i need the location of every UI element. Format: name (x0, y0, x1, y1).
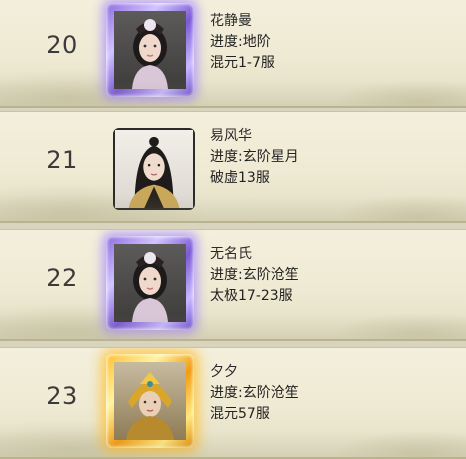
player-info: 夕夕 进度:玄阶沧笙 混元57服 (210, 362, 299, 425)
ranking-row[interactable]: 22 无名氏 进度:玄阶沧笙 太极17-23服 (0, 229, 466, 341)
male-hero-portrait-icon (115, 130, 193, 208)
avatar-frame[interactable] (106, 236, 194, 330)
player-name: 易风华 (210, 128, 252, 144)
armored-hero-portrait-icon (114, 362, 186, 440)
ranking-list: 20 花静曼 进度:地阶 混元1-7服 21 易风华 进度:玄阶星月 破虚13服… (0, 0, 466, 459)
avatar-frame[interactable] (106, 3, 194, 97)
avatar-frame[interactable] (106, 354, 194, 448)
rank-number: 22 (46, 264, 78, 292)
rank-number: 20 (46, 31, 78, 59)
player-info: 花静曼 进度:地阶 混元1-7服 (210, 11, 275, 74)
ranking-row[interactable]: 20 花静曼 进度:地阶 混元1-7服 (0, 0, 466, 108)
progress-text: 进度:玄阶星月 (210, 149, 299, 165)
player-name: 无名氏 (210, 246, 252, 262)
ranking-row[interactable]: 23 夕夕 进度:玄阶沧笙 混元57服 (0, 347, 466, 459)
server-text: 太极17-23服 (210, 288, 293, 304)
progress-text: 进度:玄阶沧笙 (210, 385, 299, 401)
server-text: 混元57服 (210, 406, 270, 422)
server-text: 破虚13服 (210, 170, 270, 186)
female-hero-portrait-icon (114, 11, 186, 89)
progress-text: 进度:玄阶沧笙 (210, 267, 299, 283)
rank-number: 23 (46, 382, 78, 410)
player-info: 无名氏 进度:玄阶沧笙 太极17-23服 (210, 244, 299, 307)
progress-text: 进度:地阶 (210, 34, 271, 50)
ranking-row[interactable]: 21 易风华 进度:玄阶星月 破虚13服 (0, 111, 466, 223)
rank-number: 21 (46, 146, 78, 174)
player-name: 夕夕 (210, 364, 238, 380)
player-name: 花静曼 (210, 13, 252, 29)
avatar-frame[interactable] (113, 128, 195, 210)
player-info: 易风华 进度:玄阶星月 破虚13服 (210, 126, 299, 189)
server-text: 混元1-7服 (210, 55, 275, 71)
female-hero-portrait-icon (114, 244, 186, 322)
